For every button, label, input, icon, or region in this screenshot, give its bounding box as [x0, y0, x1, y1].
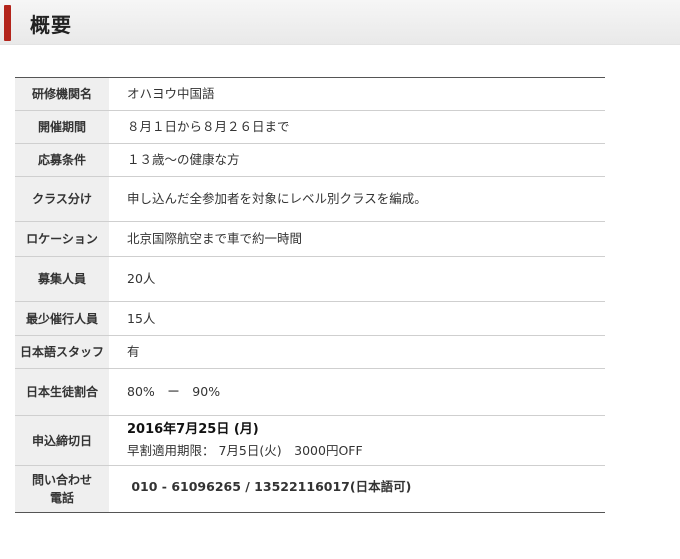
row-value-deadline: 2016年7月25日 (月) 早割適用期限： 7月5日(火) 3000円OFF [109, 415, 605, 466]
table-row: 募集人員 20人 [15, 256, 605, 302]
row-value-requirements: １３歳〜の健康な方 [109, 143, 605, 177]
table-row: 開催期間 ８月１日から８月２６日まで [15, 110, 605, 144]
deadline-date: 2016年7月25日 (月) [127, 422, 259, 437]
row-label-period: 開催期間 [15, 110, 109, 144]
overview-table: 研修機関名 オハヨウ中国語 開催期間 ８月１日から８月２６日まで 応募条件 １３… [15, 77, 605, 513]
table-row: ロケーション 北京国際航空まで車で約一時間 [15, 221, 605, 257]
table-row: 研修機関名 オハヨウ中国語 [15, 77, 605, 111]
table-row: 日本語スタッフ 有 [15, 335, 605, 369]
row-label-classes: クラス分け [15, 176, 109, 222]
section-title: 概要 [30, 13, 72, 37]
row-value-japanese-staff: 有 [109, 335, 605, 369]
table-row: 最少催行人員 15人 [15, 301, 605, 336]
row-label-japanese-ratio: 日本生徒割合 [15, 368, 109, 416]
row-value-period: ８月１日から８月２６日まで [109, 110, 605, 144]
table-row: クラス分け 申し込んだ全参加者を対象にレベル別クラスを編成。 [15, 176, 605, 222]
table-row: 申込締切日 2016年7月25日 (月) 早割適用期限： 7月5日(火) 300… [15, 415, 605, 466]
row-label-deadline: 申込締切日 [15, 415, 109, 466]
row-label-institution: 研修機関名 [15, 77, 109, 111]
table-row: 日本生徒割合 80% ー 90% [15, 368, 605, 416]
row-label-requirements: 応募条件 [15, 143, 109, 177]
row-value-location: 北京国際航空まで車で約一時間 [109, 221, 605, 257]
row-label-minimum: 最少催行人員 [15, 301, 109, 336]
row-value-classes: 申し込んだ全参加者を対象にレベル別クラスを編成。 [109, 176, 605, 222]
row-value-institution: オハヨウ中国語 [109, 77, 605, 111]
section-heading: 概要 [0, 0, 680, 45]
table-row: 問い合わせ 電話 010 - 61096265 / 13522116017(日本… [15, 465, 605, 513]
row-value-minimum: 15人 [109, 301, 605, 336]
row-value-contact-phone: 010 - 61096265 / 13522116017(日本語可) [127, 479, 412, 494]
row-label-capacity: 募集人員 [15, 256, 109, 302]
early-discount-note: 早割適用期限： 7月5日(火) 3000円OFF [127, 443, 363, 458]
row-label-japanese-staff: 日本語スタッフ [15, 335, 109, 369]
row-value-capacity: 20人 [109, 256, 605, 302]
row-label-contact-phone: 問い合わせ 電話 [15, 465, 109, 513]
row-value-japanese-ratio: 80% ー 90% [109, 368, 605, 416]
row-label-location: ロケーション [15, 221, 109, 257]
heading-accent-bar [4, 5, 11, 41]
table-row: 応募条件 １３歳〜の健康な方 [15, 143, 605, 177]
